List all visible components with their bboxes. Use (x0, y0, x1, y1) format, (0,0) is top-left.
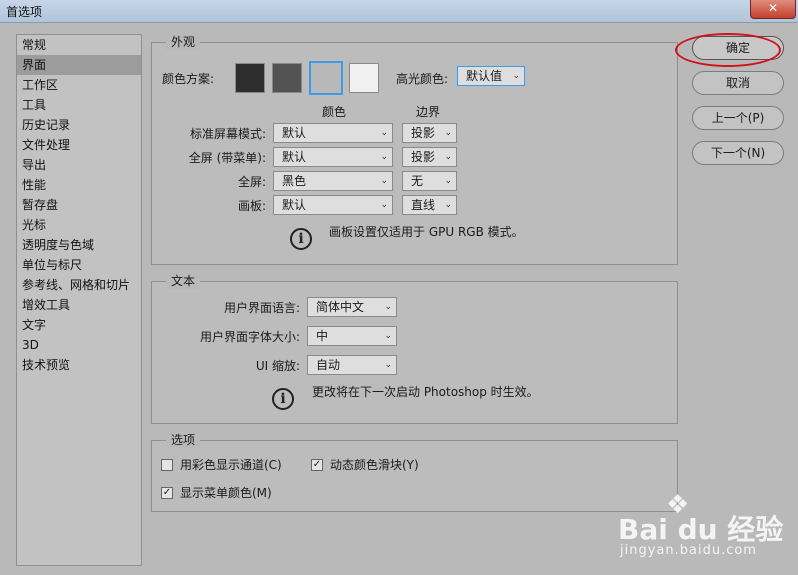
standard-screen-color-dropdown[interactable]: 默认 ⌄ (273, 123, 393, 143)
highlight-color-dropdown[interactable]: 默认值 ⌄ (457, 66, 525, 86)
standard-screen-mode-label: 标准屏幕模式: (189, 127, 266, 141)
fullscreen-menu-color-value: 默认 (282, 150, 307, 164)
sidebar-item-tools[interactable]: 工具 (17, 95, 141, 115)
fullscreen-border-value: 无 (411, 174, 424, 188)
appearance-group: 外观 颜色方案: 高光颜色: 默认值 ⌄ 颜色 边界 标准屏幕模式: 默认 ⌄ … (151, 34, 678, 265)
chevron-down-icon: ⌄ (384, 331, 392, 341)
sidebar-item-transparency[interactable]: 透明度与色域 (17, 235, 141, 255)
next-button[interactable]: 下一个(N) (692, 141, 784, 165)
ui-font-size-value: 中 (316, 329, 329, 343)
sidebar-item-type[interactable]: 文字 (17, 315, 141, 335)
color-scheme-swatch-medium[interactable] (309, 61, 343, 95)
standard-screen-border-value: 投影 (411, 126, 436, 140)
column-header-border: 边界 (416, 105, 441, 119)
color-scheme-swatch-dark[interactable] (272, 63, 302, 93)
close-icon: ✕ (767, 1, 779, 15)
ui-language-label: 用户界面语言: (223, 301, 300, 315)
sidebar-item-cursors[interactable]: 光标 (17, 215, 141, 235)
chevron-down-icon: ⌄ (380, 128, 388, 138)
chevron-down-icon: ⌄ (384, 360, 392, 370)
chevron-down-icon: ⌄ (444, 200, 452, 210)
artboard-color-dropdown[interactable]: 默认 ⌄ (273, 195, 393, 215)
options-legend: 选项 (166, 432, 201, 448)
show-channels-color-label[interactable]: 用彩色显示通道(C) (180, 457, 282, 473)
text-legend: 文本 (166, 273, 201, 289)
sidebar-item-guides[interactable]: 参考线、网格和切片 (17, 275, 141, 295)
sidebar-item-scratch-disks[interactable]: 暂存盘 (17, 195, 141, 215)
sidebar-item-file-handling[interactable]: 文件处理 (17, 135, 141, 155)
ui-language-value: 简体中文 (316, 300, 365, 314)
color-scheme-swatch-darkest[interactable] (235, 63, 265, 93)
highlight-color-value: 默认值 (466, 69, 503, 83)
ui-font-size-dropdown[interactable]: 中 ⌄ (307, 326, 397, 346)
title-bar: 首选项 ✕ (0, 0, 798, 23)
show-channels-color-checkbox[interactable] (161, 459, 173, 471)
ui-font-size-label: 用户界面字体大小: (199, 330, 300, 344)
sidebar-item-tech-preview[interactable]: 技术预览 (17, 355, 141, 375)
sidebar-item-3d[interactable]: 3D (17, 335, 141, 355)
chevron-down-icon: ⌄ (512, 71, 520, 81)
chevron-down-icon: ⌄ (384, 302, 392, 312)
sidebar: 常规 界面 工作区 工具 历史记录 文件处理 导出 性能 暂存盘 光标 透明度与… (16, 34, 142, 566)
show-menu-colors-checkbox[interactable]: ✓ (161, 487, 173, 499)
artboard-border-dropdown[interactable]: 直线 ⌄ (402, 195, 457, 215)
check-icon: ✓ (162, 487, 172, 498)
fullscreen-menu-label: 全屏 (带菜单): (188, 151, 266, 165)
dynamic-color-sliders-label[interactable]: 动态颜色滑块(Y) (330, 457, 419, 473)
column-header-color: 颜色 (322, 105, 347, 119)
sidebar-item-workspace[interactable]: 工作区 (17, 75, 141, 95)
highlight-ring-annotation (675, 33, 781, 67)
chevron-down-icon: ⌄ (444, 128, 452, 138)
window-title: 首选项 (6, 5, 43, 19)
sidebar-item-interface[interactable]: 界面 (17, 55, 141, 75)
chevron-down-icon: ⌄ (380, 200, 388, 210)
fullscreen-label: 全屏: (237, 175, 266, 189)
standard-screen-border-dropdown[interactable]: 投影 ⌄ (402, 123, 457, 143)
highlight-color-label: 高光颜色: (396, 72, 449, 86)
close-button[interactable]: ✕ (750, 0, 796, 19)
options-group: 选项 用彩色显示通道(C) ✓ 动态颜色滑块(Y) ✓ 显示菜单颜色(M) (151, 432, 678, 512)
sidebar-item-performance[interactable]: 性能 (17, 175, 141, 195)
text-group: 文本 用户界面语言: 简体中文 ⌄ 用户界面字体大小: 中 ⌄ UI 缩放: 自… (151, 273, 678, 424)
sidebar-item-units[interactable]: 单位与标尺 (17, 255, 141, 275)
show-menu-colors-label[interactable]: 显示菜单颜色(M) (180, 485, 272, 501)
baidu-jingyan-watermark: ❖ Bai du 经验 jingyan.baidu.com (618, 490, 788, 570)
cancel-button[interactable]: 取消 (692, 71, 784, 95)
check-icon: ✓ (312, 459, 322, 470)
artboard-label: 画板: (237, 199, 266, 213)
fullscreen-color-value: 黑色 (282, 174, 307, 188)
ui-scale-dropdown[interactable]: 自动 ⌄ (307, 355, 397, 375)
chevron-down-icon: ⌄ (380, 176, 388, 186)
artboard-color-value: 默认 (282, 198, 307, 212)
watermark-url: jingyan.baidu.com (620, 543, 757, 558)
fullscreen-menu-border-dropdown[interactable]: 投影 ⌄ (402, 147, 457, 167)
watermark-brand: Bai du 经验 (618, 513, 784, 546)
color-scheme-swatch-light[interactable] (349, 63, 379, 93)
fullscreen-menu-border-value: 投影 (411, 150, 436, 164)
artboard-note: 画板设置仅适用于 GPU RGB 模式。 (329, 225, 524, 239)
restart-note: 更改将在下一次启动 Photoshop 时生效。 (312, 385, 539, 399)
ui-scale-value: 自动 (316, 358, 341, 372)
sidebar-item-export[interactable]: 导出 (17, 155, 141, 175)
chevron-down-icon: ⌄ (380, 152, 388, 162)
appearance-legend: 外观 (166, 34, 201, 50)
chevron-down-icon: ⌄ (444, 176, 452, 186)
artboard-border-value: 直线 (411, 198, 436, 212)
info-icon: i (272, 388, 294, 410)
fullscreen-menu-color-dropdown[interactable]: 默认 ⌄ (273, 147, 393, 167)
ui-language-dropdown[interactable]: 简体中文 ⌄ (307, 297, 397, 317)
info-icon: i (290, 228, 312, 250)
previous-button[interactable]: 上一个(P) (692, 106, 784, 130)
fullscreen-color-dropdown[interactable]: 黑色 ⌄ (273, 171, 393, 191)
sidebar-item-plugins[interactable]: 增效工具 (17, 295, 141, 315)
fullscreen-border-dropdown[interactable]: 无 ⌄ (402, 171, 457, 191)
chevron-down-icon: ⌄ (444, 152, 452, 162)
standard-screen-color-value: 默认 (282, 126, 307, 140)
sidebar-item-general[interactable]: 常规 (17, 35, 141, 55)
dynamic-color-sliders-checkbox[interactable]: ✓ (311, 459, 323, 471)
sidebar-item-history[interactable]: 历史记录 (17, 115, 141, 135)
color-scheme-label: 颜色方案: (162, 72, 215, 86)
ui-scale-label: UI 缩放: (255, 359, 300, 373)
